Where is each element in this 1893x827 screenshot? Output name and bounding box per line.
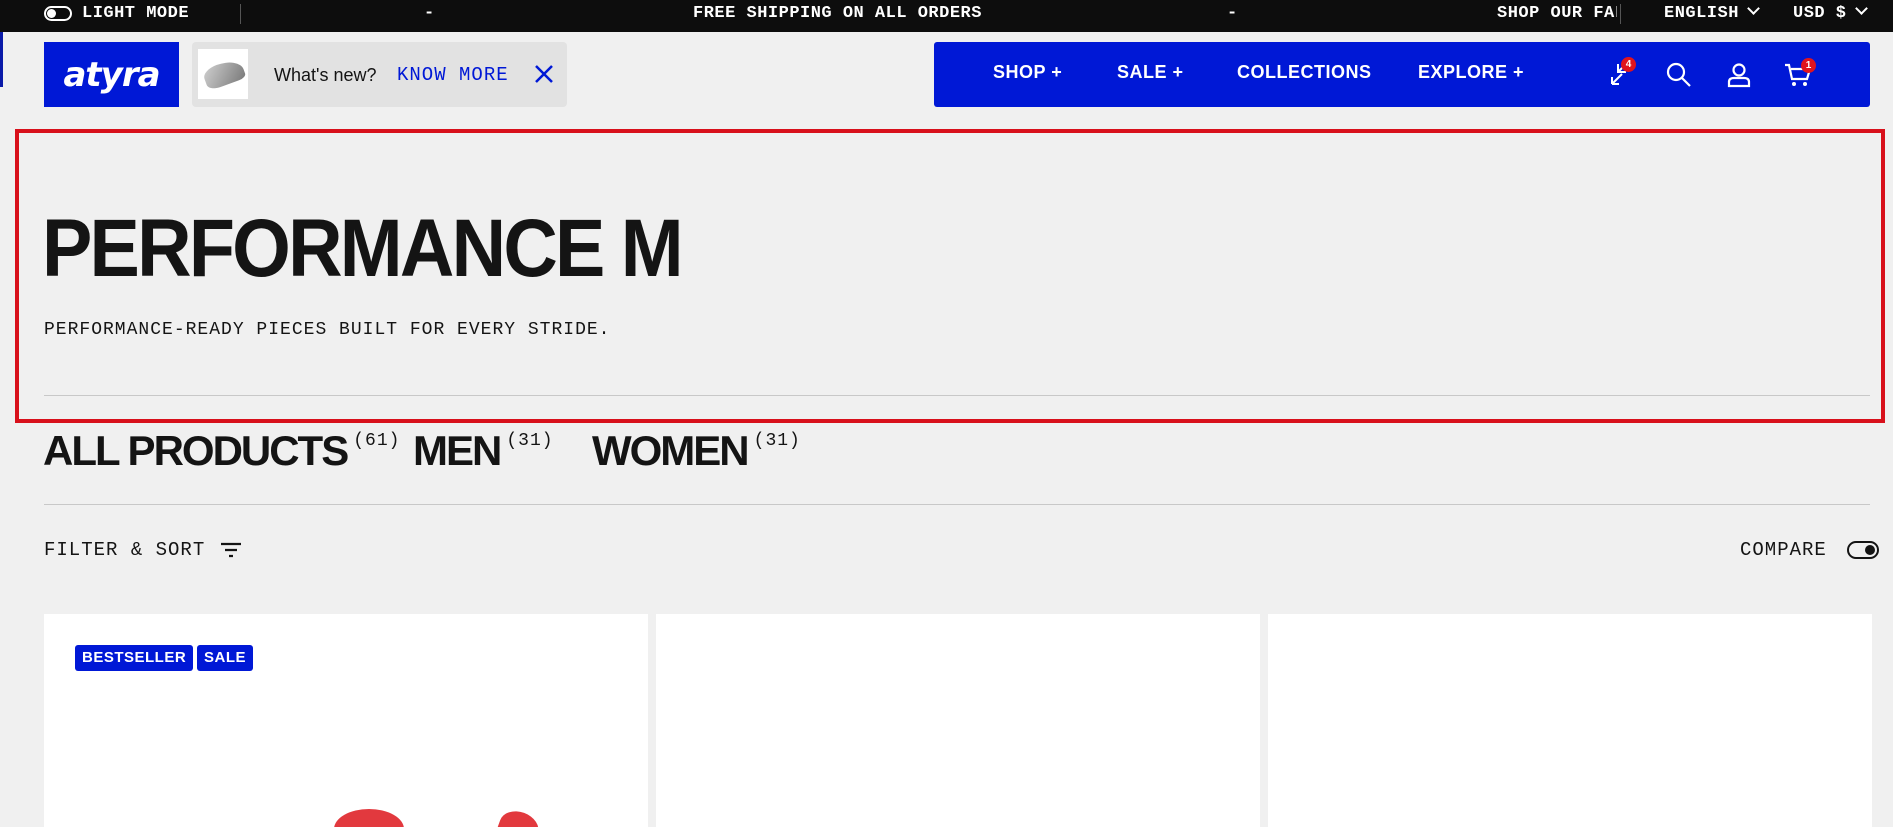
- nav-explore[interactable]: EXPLORE +: [1418, 62, 1524, 83]
- hero-divider: [44, 395, 1870, 396]
- nav-shop[interactable]: SHOP +: [993, 62, 1062, 83]
- compare-label: COMPARE: [1740, 539, 1827, 561]
- whats-new-banner: What's new? KNOW MORE: [192, 42, 567, 107]
- page-title: PERFORMANCE M: [42, 203, 684, 294]
- nav-collections[interactable]: COLLECTIONS: [1237, 62, 1372, 83]
- toggle-knob: [1864, 545, 1875, 555]
- shoe-image: [201, 56, 247, 92]
- cart-count-badge: 1: [1801, 58, 1816, 73]
- filter-sort-button[interactable]: FILTER & SORT: [44, 539, 243, 561]
- topbar-divider: [240, 4, 241, 24]
- compare-count-badge: 4: [1621, 57, 1636, 72]
- light-mode-toggle[interactable]: [44, 6, 72, 21]
- compare-toggle[interactable]: [1846, 541, 1879, 559]
- tabs-divider: [44, 504, 1870, 505]
- tab-label: WOMEN: [592, 427, 750, 474]
- language-label: ENGLISH: [1664, 4, 1739, 23]
- product-card[interactable]: [1268, 614, 1872, 827]
- close-icon[interactable]: [532, 62, 556, 86]
- news-label: What's new?: [274, 65, 377, 85]
- compare-nav-button[interactable]: 4: [1604, 57, 1636, 90]
- filter-sort-label: FILTER & SORT: [44, 539, 206, 561]
- main-navigation: SHOP + SALE + COLLECTIONS EXPLORE + 4 1: [934, 42, 1870, 107]
- product-card[interactable]: [656, 614, 1260, 827]
- announcement-bar: LIGHT MODE - FREE SHIPPING ON ALL ORDERS…: [0, 0, 1893, 32]
- product-card[interactable]: BESTSELLER SALE: [44, 614, 648, 827]
- tab-count: (31): [753, 431, 801, 451]
- tab-count: (31): [506, 431, 554, 451]
- separator-dash: -: [424, 4, 435, 23]
- tab-label: MEN: [413, 427, 502, 474]
- know-more-link[interactable]: KNOW MORE: [397, 64, 509, 86]
- chevron-down-icon: [1747, 2, 1760, 15]
- tab-label: ALL PRODUCTS: [43, 427, 349, 474]
- announcement-text: FREE SHIPPING ON ALL ORDERS: [693, 4, 982, 23]
- light-mode-label[interactable]: LIGHT MODE: [82, 0, 189, 32]
- topbar-divider: [1620, 4, 1621, 24]
- tab-women[interactable]: WOMEN (31): [592, 427, 801, 475]
- toggle-knob: [47, 9, 56, 18]
- nav-sale[interactable]: SALE +: [1117, 62, 1184, 83]
- language-selector[interactable]: ENGLISH: [1664, 0, 1760, 32]
- filter-icon: [221, 542, 242, 558]
- news-thumbnail[interactable]: [198, 49, 248, 99]
- product-image-detail: [495, 806, 543, 827]
- tab-all-products[interactable]: ALL PRODUCTS (61): [43, 427, 400, 475]
- separator-dash: -: [1227, 4, 1238, 23]
- tab-count: (61): [353, 431, 401, 451]
- brand-logo[interactable]: atyra: [44, 42, 179, 107]
- user-icon: [1727, 63, 1751, 88]
- product-image: [334, 809, 404, 827]
- promo-text[interactable]: SHOP OUR FAL: [1497, 0, 1617, 32]
- page-subtitle: PERFORMANCE-READY PIECES BUILT FOR EVERY…: [44, 320, 611, 340]
- left-accent-bar: [0, 32, 3, 87]
- logo-text: atyra: [63, 54, 160, 95]
- currency-selector[interactable]: USD $: [1793, 0, 1868, 32]
- currency-label: USD $: [1793, 4, 1847, 23]
- sale-badge: SALE: [197, 645, 254, 671]
- chevron-down-icon: [1854, 2, 1868, 15]
- tab-men[interactable]: MEN (31): [413, 427, 554, 475]
- compare-control: COMPARE: [1740, 539, 1879, 561]
- account-button[interactable]: [1724, 60, 1754, 90]
- search-icon: [1666, 62, 1691, 87]
- bestseller-badge: BESTSELLER: [75, 645, 194, 671]
- search-button[interactable]: [1664, 60, 1694, 90]
- cart-button[interactable]: 1: [1783, 58, 1816, 90]
